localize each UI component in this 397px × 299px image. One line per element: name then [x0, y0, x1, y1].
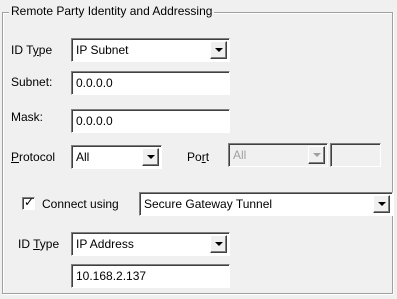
protocol-label: Protocol [11, 149, 55, 165]
connect-using-checkbox[interactable]: ✓ [22, 195, 35, 210]
protocol-select[interactable]: All [71, 145, 162, 169]
connect-using-dropdown-button[interactable] [373, 195, 390, 213]
port-value: All [233, 148, 247, 162]
id-type-2-dropdown-button[interactable] [210, 235, 227, 253]
protocol-dropdown-button[interactable] [142, 148, 159, 166]
mask-input[interactable]: 0.0.0.0 [71, 109, 230, 133]
subnet-input[interactable]: 0.0.0.0 [71, 71, 230, 95]
id-type-2-label: ID Type [18, 236, 59, 252]
id-type-label: ID Type [11, 42, 52, 58]
connect-using-select[interactable]: Secure Gateway Tunnel [139, 192, 393, 216]
ip-address-value: 10.168.2.137 [76, 269, 147, 283]
chevron-down-icon [147, 155, 155, 159]
id-type-2-label-accel: T [33, 237, 40, 251]
connect-using-value: Secure Gateway Tunnel [144, 197, 273, 211]
id-type-label-suffix: pe [38, 43, 53, 57]
chevron-down-icon [215, 242, 223, 246]
port-label-suffix: t [205, 150, 210, 164]
mask-value: 0.0.0.0 [76, 114, 113, 128]
port-label: Port [187, 149, 209, 165]
ip-address-input[interactable]: 10.168.2.137 [71, 264, 230, 288]
id-type-select[interactable]: IP Subnet [71, 38, 230, 62]
connect-using-label[interactable]: Connect using [42, 196, 119, 212]
port-dropdown-button[interactable] [308, 146, 325, 164]
group-title: Remote Party Identity and Addressing [9, 3, 215, 19]
id-type-2-select[interactable]: IP Address [71, 232, 230, 256]
protocol-value: All [76, 150, 90, 164]
id-type-label-prefix: ID T [11, 43, 33, 57]
id-type-2-value: IP Address [76, 237, 134, 251]
id-type-dropdown-button[interactable] [210, 41, 227, 59]
protocol-label-suffix: rotocol [19, 150, 56, 164]
mask-label: Mask: [11, 110, 44, 124]
id-type-2-label-suffix: ype [39, 237, 60, 251]
subnet-label: Subnet: [11, 75, 53, 89]
port-number-input[interactable] [330, 143, 381, 167]
id-type-value: IP Subnet [76, 43, 129, 57]
chevron-down-icon [378, 202, 386, 206]
chevron-down-icon [313, 153, 321, 157]
protocol-label-accel: P [11, 150, 20, 164]
port-select[interactable]: All [228, 143, 328, 167]
id-type-2-label-prefix: ID [18, 237, 34, 251]
checkmark-icon: ✓ [24, 195, 35, 209]
port-label-prefix: Po [187, 150, 202, 164]
chevron-down-icon [215, 48, 223, 52]
subnet-value: 0.0.0.0 [76, 76, 113, 90]
